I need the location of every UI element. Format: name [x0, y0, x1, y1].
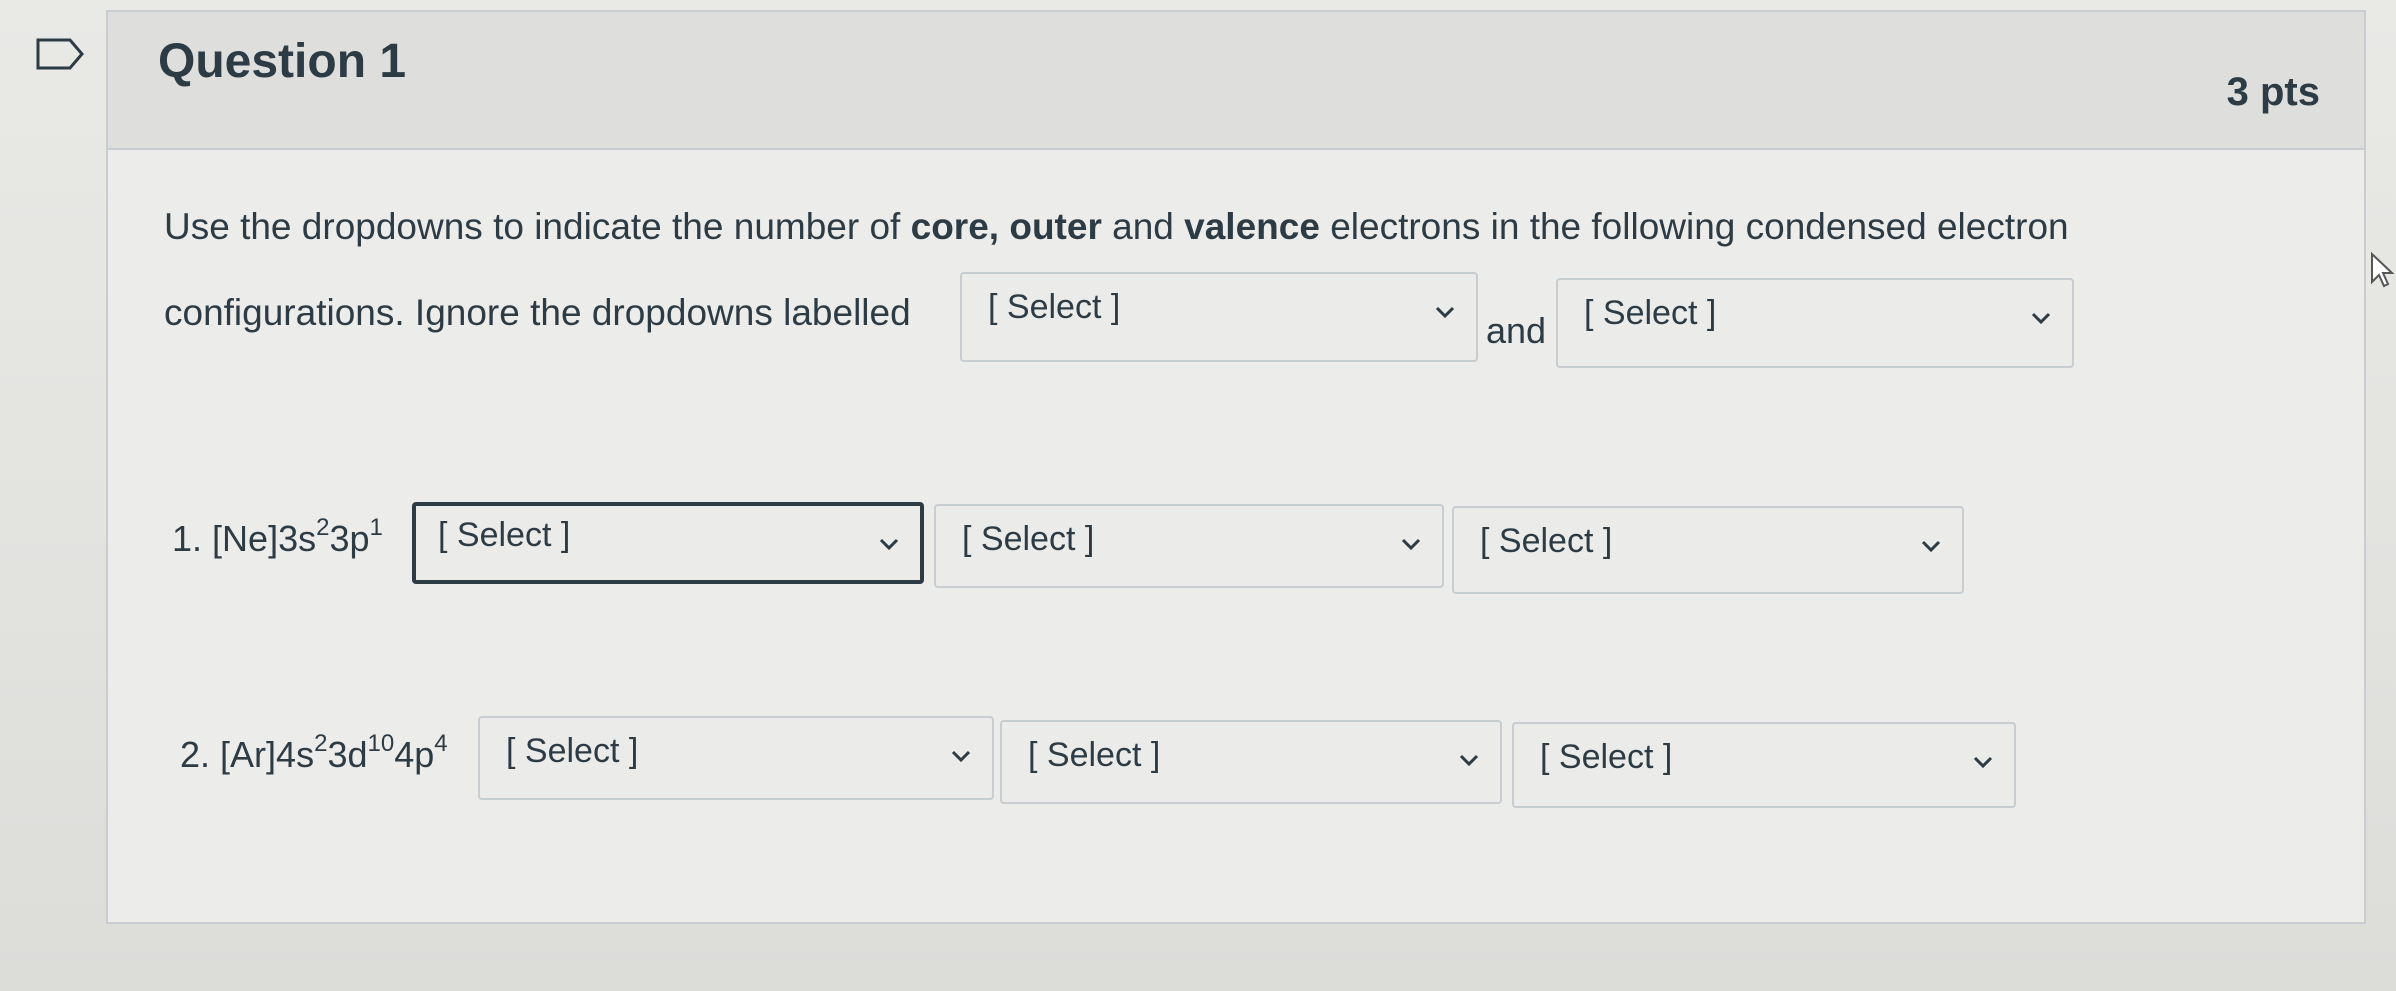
- chevron-down-icon: [951, 750, 971, 763]
- select-label: [ Select ]: [1540, 738, 1673, 776]
- question-card: Question 1 3 pts Use the dropdowns to in…: [106, 10, 2366, 924]
- item-1-valence-dropdown[interactable]: [ Select ]: [1452, 506, 1964, 594]
- instruction-bold-core-outer: core, outer: [910, 206, 1102, 247]
- instruction-line-2: configurations. Ignore the dropdowns lab…: [164, 292, 911, 333]
- select-label: [ Select ]: [1028, 736, 1161, 774]
- chevron-down-icon: [1973, 756, 1993, 769]
- chevron-down-icon: [1401, 538, 1421, 551]
- select-label: [ Select ]: [438, 516, 571, 554]
- instruction-text: Use the dropdowns to indicate the number…: [164, 206, 911, 247]
- config-part: [Ar]4s: [220, 734, 315, 775]
- item-2-config: 2. [Ar]4s23d104p4: [180, 732, 448, 776]
- quiz-page: Question 1 3 pts Use the dropdowns to in…: [0, 0, 2396, 991]
- instruction-bold-valence: valence: [1184, 206, 1320, 247]
- item-number: 2.: [180, 734, 211, 775]
- item-2-outer-dropdown[interactable]: [ Select ]: [1000, 720, 1502, 804]
- ignore-dropdown-a[interactable]: [ Select ]: [960, 272, 1478, 362]
- select-label: [ Select ]: [962, 520, 1095, 558]
- question-title: Question 1: [158, 35, 407, 88]
- item-1-outer-dropdown[interactable]: [ Select ]: [934, 504, 1444, 588]
- config-part: 4p: [394, 734, 435, 775]
- flag-icon[interactable]: [36, 38, 84, 70]
- config-part: 3d: [327, 734, 368, 775]
- question-header: Question 1 3 pts: [108, 12, 2364, 150]
- config-superscript: 2: [316, 514, 330, 541]
- config-superscript: 4: [434, 730, 448, 757]
- config-superscript: 2: [314, 730, 328, 757]
- ignore-dropdown-b[interactable]: [ Select ]: [1556, 278, 2074, 368]
- select-label: [ Select ]: [988, 288, 1121, 326]
- chevron-down-icon: [2031, 312, 2051, 325]
- config-superscript: 1: [369, 514, 383, 541]
- item-number: 1.: [172, 518, 203, 559]
- chevron-down-icon: [879, 538, 899, 551]
- config-part: [Ne]3s: [212, 518, 317, 559]
- chevron-down-icon: [1921, 540, 1941, 553]
- instruction-text: and: [1101, 206, 1185, 247]
- chevron-down-icon: [1435, 306, 1455, 319]
- select-label: [ Select ]: [1480, 522, 1613, 560]
- item-1-config: 1. [Ne]3s23p1: [172, 516, 383, 560]
- and-text: and: [1486, 310, 1547, 351]
- instruction-text: electrons in the following condensed ele…: [1319, 206, 2069, 247]
- instruction-line-1: Use the dropdowns to indicate the number…: [164, 206, 2069, 248]
- question-points: 3 pts: [2226, 70, 2320, 114]
- item-1-core-dropdown[interactable]: [ Select ]: [412, 502, 924, 584]
- config-part: 3p: [329, 518, 370, 559]
- item-2-core-dropdown[interactable]: [ Select ]: [478, 716, 994, 800]
- select-label: [ Select ]: [506, 732, 639, 770]
- mouse-pointer-icon: [2371, 252, 2394, 288]
- select-label: [ Select ]: [1584, 294, 1717, 332]
- chevron-down-icon: [1459, 754, 1479, 767]
- item-2-valence-dropdown[interactable]: [ Select ]: [1512, 722, 2016, 808]
- config-superscript: 10: [367, 730, 395, 757]
